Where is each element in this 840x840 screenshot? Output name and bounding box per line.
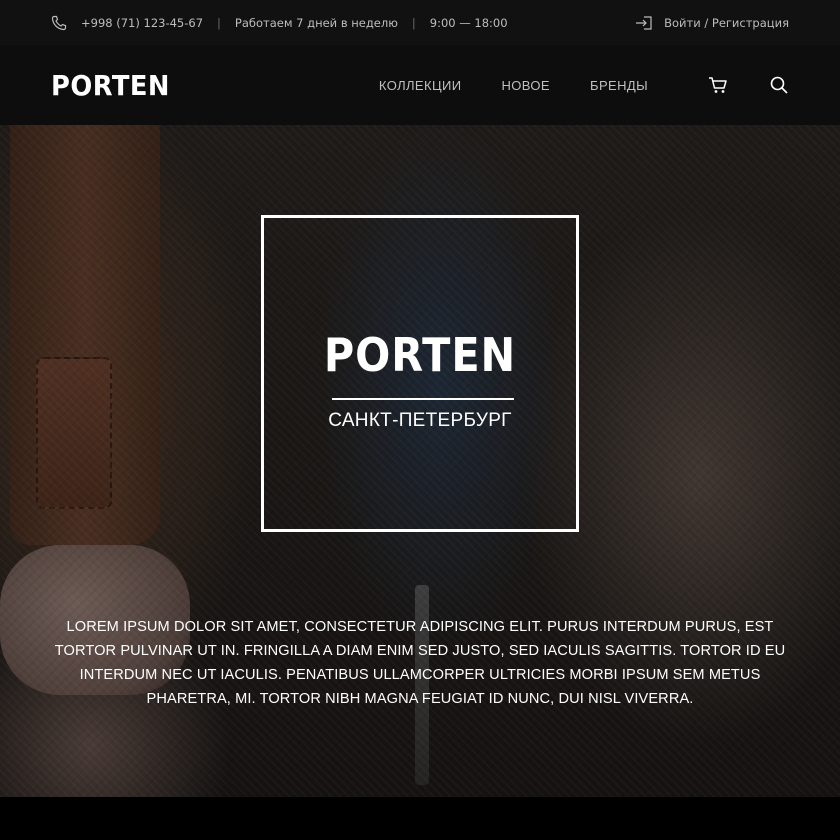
hero-banner: PORTEN САНКТ-ПЕТЕРБУРГ Lorem ipsum dolor… — [0, 125, 840, 797]
separator: | — [411, 15, 416, 30]
hero-description: Lorem ipsum dolor sit amet, consectetur … — [54, 619, 786, 707]
login-icon — [635, 15, 653, 31]
working-hours: 9:00 — 18:00 — [429, 15, 508, 30]
nav-item-new[interactable]: НОВОЕ — [501, 78, 550, 93]
footer-band — [0, 797, 840, 840]
hero-divider — [332, 398, 514, 400]
working-days: Работаем 7 дней в неделю — [234, 15, 398, 30]
hero-logo: PORTEN — [323, 328, 517, 382]
hero-logo-frame: PORTEN САНКТ-ПЕТЕРБУРГ — [261, 215, 579, 532]
main-header: PORTEN КОЛЛЕКЦИИ НОВОЕ БРЕНДЫ — [0, 45, 840, 125]
site-logo[interactable]: PORTEN — [51, 69, 169, 102]
hero-city: САНКТ-ПЕТЕРБУРГ — [328, 410, 512, 431]
nav-item-collections[interactable]: КОЛЛЕКЦИИ — [379, 78, 462, 93]
login-label: Войти / Регистрация — [664, 15, 789, 30]
phone-number[interactable]: +998 (71) 123-45-67 — [81, 16, 203, 30]
top-info-bar: +998 (71) 123-45-67 | Работаем 7 дней в … — [0, 0, 840, 45]
search-icon[interactable] — [769, 75, 789, 95]
main-nav: КОЛЛЕКЦИИ НОВОЕ БРЕНДЫ — [379, 78, 648, 93]
phone-icon — [51, 15, 67, 31]
cart-icon[interactable] — [708, 75, 728, 95]
nav-item-brands[interactable]: БРЕНДЫ — [590, 78, 648, 93]
login-link[interactable]: Войти / Регистрация — [635, 15, 789, 31]
separator: | — [217, 15, 221, 30]
